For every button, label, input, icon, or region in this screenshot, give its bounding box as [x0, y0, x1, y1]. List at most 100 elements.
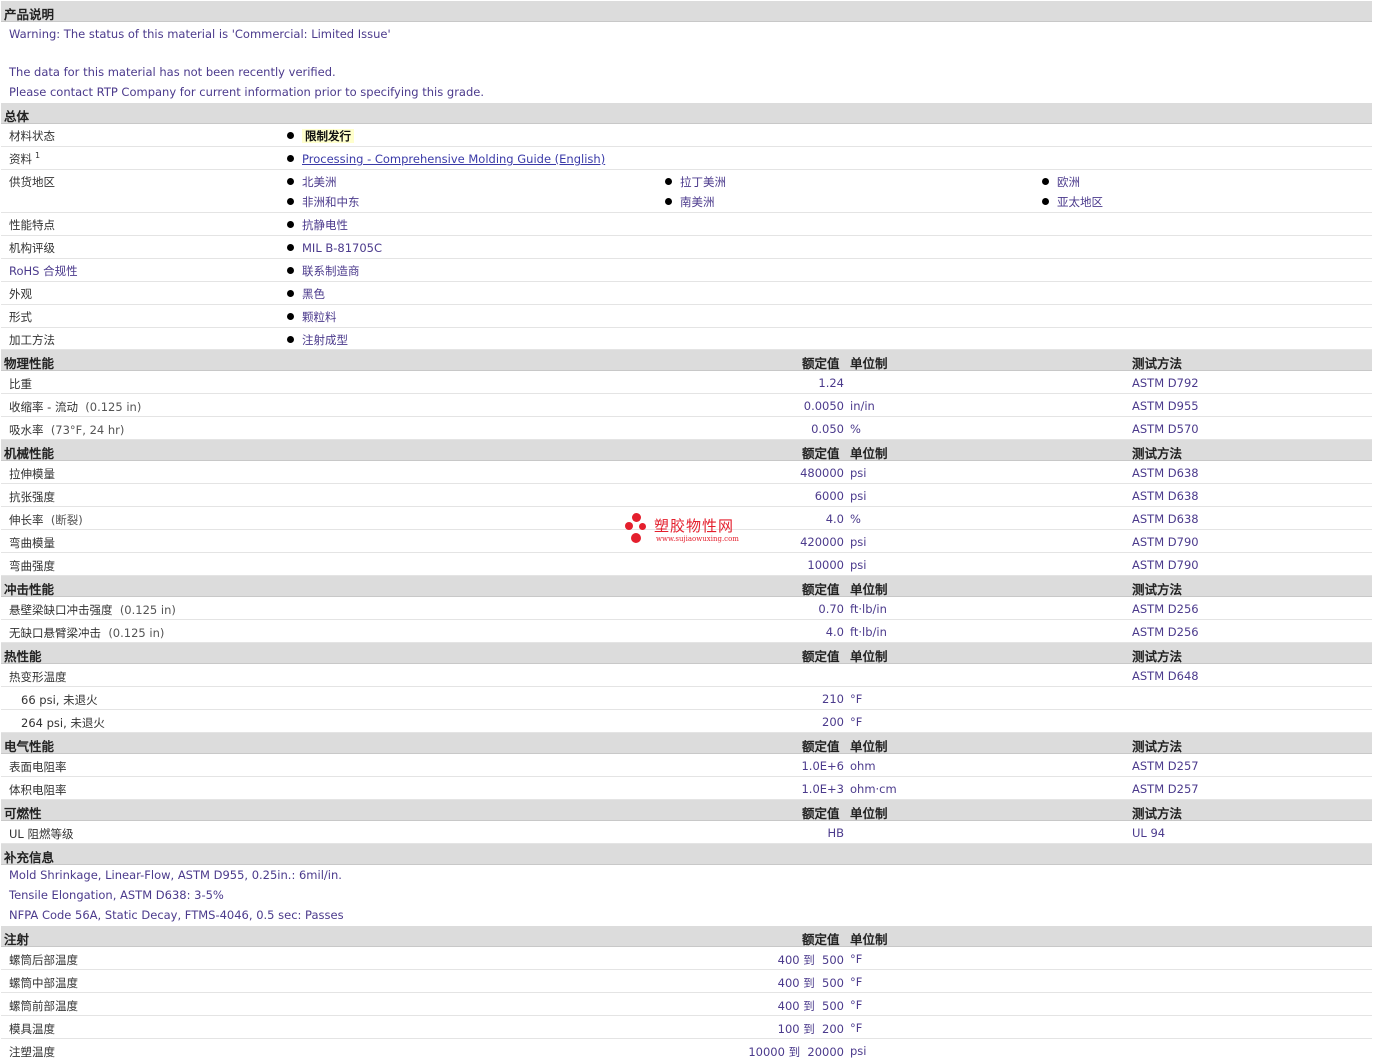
processing-guide-link[interactable]: Processing - Comprehensive Molding Guide…	[302, 152, 605, 166]
header-method: 测试方法	[1132, 446, 1183, 461]
table-row: 螺筒后部温度 400 到 500 °F	[1, 947, 1372, 970]
general-row-agency: 机构评级 MIL B-81705C	[1, 236, 1372, 259]
bullet-icon	[287, 336, 294, 343]
header-value: 额定值	[802, 649, 840, 664]
table-row: 悬壁梁缺口冲击强度 (0.125 in) 0.70 ft·lb/in ASTM D25…	[1, 597, 1372, 620]
property-value: 1.0E+3	[801, 782, 844, 796]
property-value: 0.70	[818, 602, 844, 616]
header-unit: 单位制	[850, 739, 888, 754]
general-row-rohs: RoHS 合规性 联系制造商	[1, 259, 1372, 282]
general-row-docs: 资料 1 Processing - Comprehensive Molding G…	[1, 147, 1372, 170]
property-value: 1.24	[818, 376, 844, 390]
bullet-icon	[665, 198, 672, 205]
watermark-text: 塑胶物性网	[654, 517, 735, 535]
property-label: 弯曲强度	[9, 559, 55, 573]
property-label: 注塑温度	[9, 1045, 55, 1058]
property-unit: °F	[850, 998, 863, 1012]
bullet-icon	[287, 244, 294, 251]
property-unit: %	[850, 422, 861, 436]
property-unit: psi	[850, 466, 867, 480]
property-value: 4.0	[825, 512, 844, 526]
test-method: ASTM D570	[1132, 422, 1199, 436]
table-row: 弯曲强度 10000 psi ASTM D790	[1, 553, 1372, 576]
bullet-icon	[287, 198, 294, 205]
property-label: 收缩率 - 流动 (0.125 in)	[9, 400, 142, 414]
list-item: 亚太地区	[1042, 194, 1103, 210]
table-row: 模具温度 100 到 200 °F	[1, 1016, 1372, 1039]
property-value: 200	[822, 715, 844, 729]
bullet-icon	[287, 155, 294, 162]
section-title: 物理性能	[4, 356, 55, 371]
property-label: 264 psi, 未退火	[21, 716, 105, 730]
datasheet: 产品说明 Warning: The status of this materia…	[1, 1, 1372, 1058]
section-title: 热性能	[4, 649, 42, 664]
bullet-icon	[665, 178, 672, 185]
general-row-supply: 供货地区 北美洲 拉丁美洲 欧洲 非洲和中东 南美洲 亚太地区	[1, 170, 1372, 213]
property-unit: °F	[850, 1021, 863, 1035]
section-title: 注射	[4, 932, 30, 947]
table-row: 比重 1.24 ASTM D792	[1, 371, 1372, 394]
test-method: ASTM D256	[1132, 602, 1199, 616]
property-label: 模具温度	[9, 1022, 55, 1036]
header-unit: 单位制	[850, 582, 888, 597]
test-method: UL 94	[1132, 826, 1166, 840]
table-row: 注塑温度 10000 到 20000 psi	[1, 1039, 1372, 1058]
test-method: ASTM D257	[1132, 759, 1199, 773]
section-title: 冲击性能	[4, 582, 55, 597]
header-method: 测试方法	[1132, 582, 1183, 597]
supplemental-note: NFPA Code 56A, Static Decay, FTMS-4046, …	[9, 908, 344, 922]
test-method: ASTM D638	[1132, 512, 1199, 526]
property-label: 螺筒前部温度	[9, 999, 78, 1013]
bullet-icon	[287, 221, 294, 228]
table-row: UL 阻燃等级 HB UL 94	[1, 821, 1372, 844]
property-unit: psi	[850, 1044, 867, 1058]
header-unit: 单位制	[850, 649, 888, 664]
general-row-form: 形式 颗粒料	[1, 305, 1372, 328]
header-value: 额定值	[802, 446, 840, 461]
list-item: 拉丁美洲	[665, 174, 726, 190]
property-label: 悬壁梁缺口冲击强度 (0.125 in)	[9, 603, 176, 617]
property-value: 0.050	[811, 422, 844, 436]
injection-rows: 螺筒后部温度 400 到 500 °F 螺筒中部温度 400 到 500 °F 螺筒前部温度…	[1, 947, 1372, 1058]
header-method: 测试方法	[1132, 739, 1183, 754]
watermark-url: www.sujiaowuxing.com	[656, 535, 739, 543]
section-header-general: 总体	[1, 103, 1372, 124]
table-row: 拉伸模量 480000 psi ASTM D638	[1, 461, 1372, 484]
general-row-appearance: 外观 黑色	[1, 282, 1372, 305]
general-row-features: 性能特点 抗静电性	[1, 213, 1372, 236]
property-value: 1.0E+6	[801, 759, 844, 773]
property-unit: psi	[850, 558, 867, 572]
property-label: 表面电阻率	[9, 760, 67, 774]
property-value: 400 到 500	[777, 953, 844, 967]
property-label: 66 psi, 未退火	[21, 693, 98, 707]
test-method: ASTM D256	[1132, 625, 1199, 639]
general-row-process: 加工方法 注射成型	[1, 328, 1372, 350]
property-value: 4.0	[825, 625, 844, 639]
section-header-product: 产品说明	[1, 1, 1372, 22]
bullet-icon	[287, 267, 294, 274]
test-method: ASTM D790	[1132, 558, 1199, 572]
test-method: ASTM D955	[1132, 399, 1199, 413]
list-item: 非洲和中东	[287, 194, 360, 210]
header-value: 额定值	[802, 806, 840, 821]
property-value: 400 到 500	[777, 976, 844, 990]
property-value: 480000	[800, 466, 844, 480]
list-item: 欧洲	[1042, 174, 1080, 190]
header-method: 测试方法	[1132, 649, 1183, 664]
property-unit: ft·lb/in	[850, 625, 887, 639]
list-item: 南美洲	[665, 194, 715, 210]
test-method: ASTM D257	[1132, 782, 1199, 796]
section-title: 产品说明	[4, 7, 55, 22]
bullet-icon	[287, 132, 294, 139]
property-unit: in/in	[850, 399, 875, 413]
property-value: 6000	[814, 489, 844, 503]
property-value: 100 到 200	[777, 1022, 844, 1036]
table-row: 体积电阻率 1.0E+3 ohm·cm ASTM D257	[1, 777, 1372, 800]
test-method: ASTM D790	[1132, 535, 1199, 549]
watermark-logo: 塑胶物性网 www.sujiaowuxing.com	[625, 513, 755, 547]
table-row: 无缺口悬臂梁冲击 (0.125 in) 4.0 ft·lb/in ASTM D256	[1, 620, 1372, 643]
table-row: 表面电阻率 1.0E+6 ohm ASTM D257	[1, 754, 1372, 777]
property-unit: °F	[850, 975, 863, 989]
section-header-supplemental: 补充信息	[1, 844, 1372, 865]
section-header: 物理性能 额定值 单位制 测试方法	[1, 350, 1372, 371]
